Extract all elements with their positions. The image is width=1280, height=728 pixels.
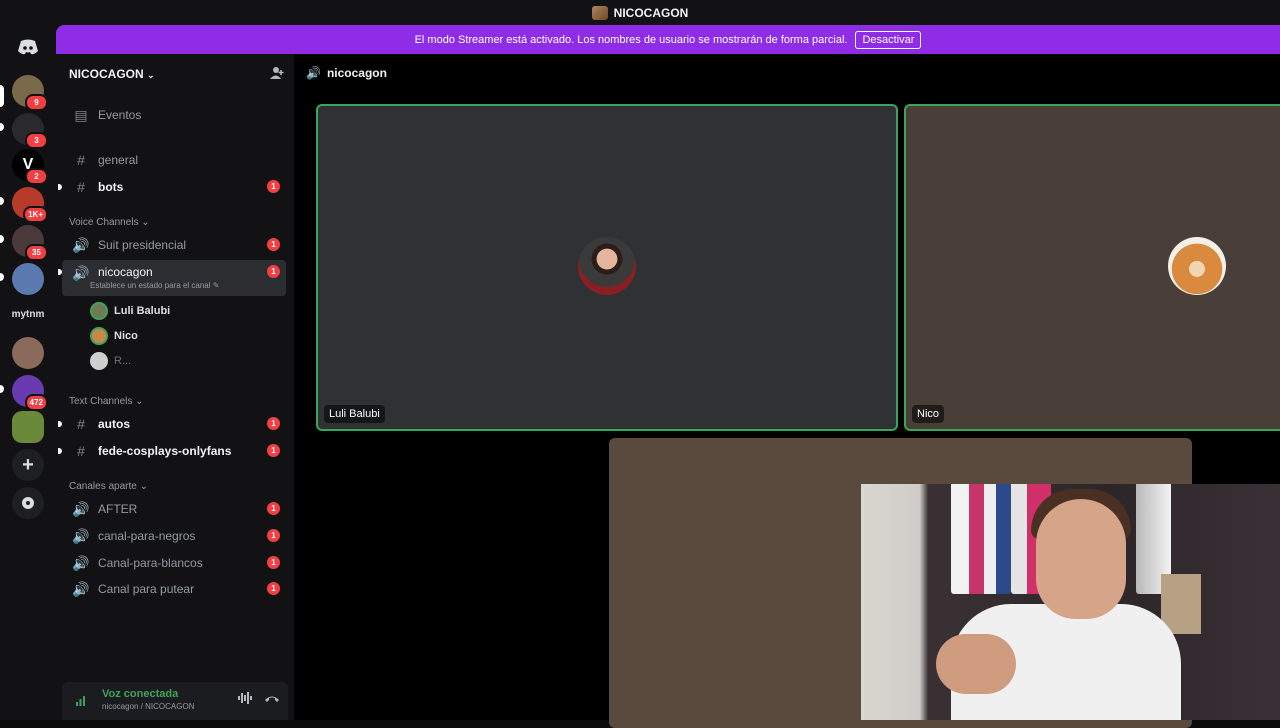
speaker-icon: 🔊 [72, 554, 90, 571]
channel-label: AFTER [98, 502, 138, 516]
speaker-icon: 🔊 [72, 236, 90, 253]
server-icon [591, 5, 608, 20]
voice-channel-suit-presidencial[interactable]: 🔊 Suit presidencial 1 [62, 233, 286, 257]
unread-badge: 1 [267, 238, 280, 251]
server-icon[interactable]: 35 [12, 225, 48, 261]
unread-badge: 1 [267, 180, 280, 193]
channel-header: 🔊 nicocagon [294, 54, 1280, 92]
server-icon[interactable]: 9 [12, 75, 48, 111]
add-server-icon[interactable]: + [12, 449, 44, 481]
channel-label: fede-cosplays-onlyfans [98, 444, 232, 458]
server-icon[interactable] [12, 337, 44, 369]
chevron-down-icon: ⌄ [147, 70, 155, 80]
text-channels-category[interactable]: Text Channels ⌄ [69, 396, 144, 407]
voice-member[interactable]: Nico [90, 325, 138, 347]
channel-label: canal-para-negros [98, 529, 196, 543]
channel-label: autos [98, 417, 131, 431]
window-titlebar: NICOCAGON [0, 0, 1280, 25]
channel-label: general [98, 153, 139, 167]
server-rail: 9 3 V2 1K+ 35 mytnm 472 + [0, 25, 56, 720]
voice-member[interactable]: R... [90, 350, 131, 372]
hash-icon: # [77, 152, 85, 168]
channel-status-hint[interactable]: Establece un estado para el canal ✎ [90, 281, 219, 290]
voice-channel-canal-para-blancos[interactable]: 🔊 Canal-para-blancos 1 [62, 551, 286, 575]
voice-channel-nicocagon[interactable]: 🔊 nicocagon 1 Establece un estado para e… [58, 260, 286, 296]
channel-label: Canal para putear [98, 582, 195, 596]
voice-connected-panel: Voz conectada nicocagon / NICOCAGON [62, 682, 288, 720]
signal-icon[interactable] [76, 694, 88, 709]
avatar [1168, 237, 1226, 295]
member-name: R... [114, 355, 132, 367]
channel-fede-cosplays-onlyfans[interactable]: # fede-cosplays-onlyfans 1 [58, 439, 286, 463]
pencil-icon: ✎ [212, 281, 220, 290]
voice-channel-after[interactable]: 🔊 AFTER 1 [62, 497, 286, 521]
channel-label: nicocagon [98, 265, 153, 279]
voice-member[interactable]: Luli Balubi [90, 300, 170, 322]
voice-channel-canal-para-putear[interactable]: 🔊 Canal para putear 1 [62, 577, 286, 601]
channel-autos[interactable]: # autos 1 [58, 412, 286, 436]
discord-home-icon[interactable] [12, 31, 44, 63]
server-icon[interactable]: 472 [12, 375, 48, 411]
speaker-icon: 🔊 [72, 500, 90, 517]
member-name: Nico [114, 330, 138, 342]
server-icon[interactable]: V2 [12, 149, 48, 185]
invite-people-icon[interactable] [270, 66, 284, 83]
unread-badge: 1 [267, 417, 280, 430]
canales-aparte-category[interactable]: Canales aparte ⌄ [69, 481, 148, 492]
avatar [90, 352, 108, 370]
speaker-icon: 🔊 [306, 66, 321, 80]
deactivate-button[interactable]: Desactivar [855, 30, 922, 49]
calendar-icon: ▤ [74, 106, 88, 123]
avatar [578, 237, 636, 295]
member-name: Luli Balubi [114, 305, 171, 317]
speaker-icon: 🔊 [72, 580, 90, 597]
hash-icon: # [77, 443, 85, 459]
channel-general[interactable]: # general [62, 148, 286, 172]
soundboard-icon[interactable] [238, 692, 252, 707]
channel-label: Suit presidencial [98, 238, 187, 252]
channel-label: bots [98, 180, 124, 194]
voice-channel-canal-para-negros[interactable]: 🔊 canal-para-negros 1 [62, 524, 286, 548]
unread-badge: 1 [267, 265, 280, 278]
channel-sidebar: NICOCAGON ⌄ ▤ Eventos # general # bots 1… [56, 54, 294, 720]
banner-text: El modo Streamer está activado. Los nomb… [414, 33, 848, 46]
hash-icon: # [77, 179, 85, 195]
participant-name: Luli Balubi [324, 405, 385, 423]
unread-badge: 1 [267, 529, 280, 542]
server-icon[interactable]: 3 [12, 113, 48, 149]
unread-badge: 1 [267, 502, 280, 515]
avatar [90, 327, 108, 345]
server-label[interactable]: mytnm [0, 309, 56, 320]
streamer-mode-banner: El modo Streamer está activado. Los nomb… [56, 25, 1280, 54]
server-icon[interactable] [12, 411, 44, 443]
streamer-webcam [861, 484, 1280, 720]
participant-name: Nico [912, 405, 945, 423]
speaker-icon: 🔊 [72, 527, 90, 544]
events-item[interactable]: ▤ Eventos [62, 103, 286, 127]
window-title: NICOCAGON [613, 5, 689, 20]
channel-bots[interactable]: # bots 1 [58, 175, 286, 199]
server-icon[interactable]: 1K+ [12, 187, 48, 223]
channel-label: Canal-para-blancos [98, 556, 203, 570]
video-tile-luli-balubi[interactable]: Luli Balubi [316, 104, 898, 431]
video-tile-nico[interactable]: Nico [904, 104, 1280, 431]
speaker-icon: 🔊 [72, 265, 90, 281]
disconnect-icon[interactable] [264, 692, 280, 707]
server-header[interactable]: NICOCAGON ⌄ [56, 54, 294, 94]
events-label: Eventos [98, 108, 142, 122]
unread-badge: 1 [267, 444, 280, 457]
unread-badge: 1 [267, 582, 280, 595]
avatar [90, 302, 108, 320]
hash-icon: # [77, 416, 85, 432]
channel-title: nicocagon [326, 66, 387, 80]
discover-icon[interactable] [12, 487, 44, 519]
server-name: NICOCAGON [69, 67, 144, 81]
unread-badge: 1 [267, 556, 280, 569]
server-icon[interactable] [12, 263, 44, 295]
voice-channels-category[interactable]: Voice Channels ⌄ [69, 217, 150, 228]
